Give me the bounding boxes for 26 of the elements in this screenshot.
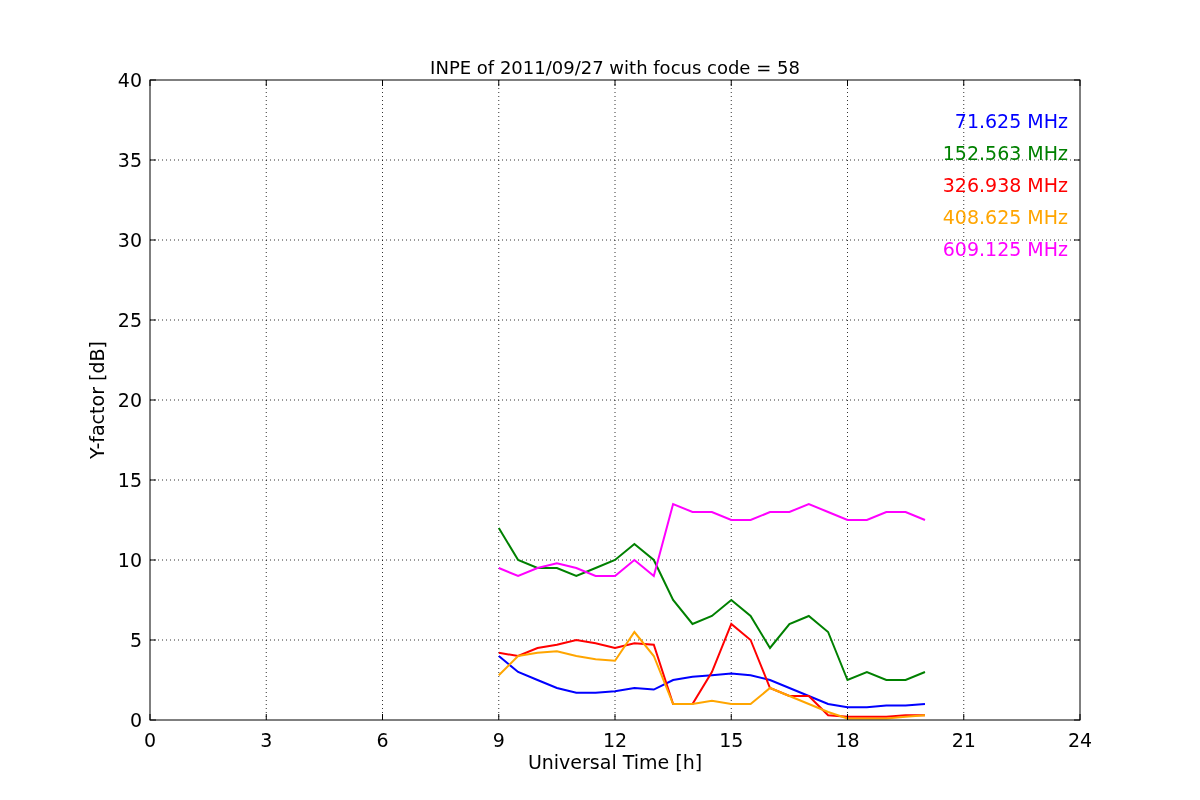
legend-label: 609.125 MHz [942, 238, 1068, 260]
tick-label: 24 [1067, 729, 1093, 751]
tick-label: 35 [117, 149, 142, 171]
tick-label: 3 [260, 729, 273, 751]
legend-label: 326.938 MHz [942, 174, 1068, 196]
tick-label: 21 [951, 729, 976, 751]
tick-label: 25 [117, 309, 142, 331]
tick-label: 40 [117, 69, 142, 91]
tick-label: 18 [835, 729, 860, 751]
legend-label: 408.625 MHz [942, 206, 1068, 228]
axis-label: Universal Time [h] [527, 751, 703, 773]
axis-label: Y-factor [dB] [86, 341, 108, 459]
tick-label: 9 [492, 729, 505, 751]
tick-label: 15 [719, 729, 744, 751]
tick-label: 20 [117, 389, 142, 411]
legend-label: 71.625 MHz [954, 110, 1068, 132]
legend-label: 152.563 MHz [942, 142, 1068, 164]
tick-label: 15 [117, 469, 142, 491]
tick-label: 30 [117, 229, 142, 251]
tick-label: 5 [129, 629, 142, 651]
tick-label: 0 [129, 709, 142, 731]
tick-label: 0 [143, 729, 157, 751]
chart-title: INPE of 2011/09/27 with focus code = 58 [430, 57, 800, 78]
tick-label: 10 [117, 549, 142, 571]
tick-label: 6 [376, 729, 389, 751]
tick-label: 12 [602, 729, 628, 751]
